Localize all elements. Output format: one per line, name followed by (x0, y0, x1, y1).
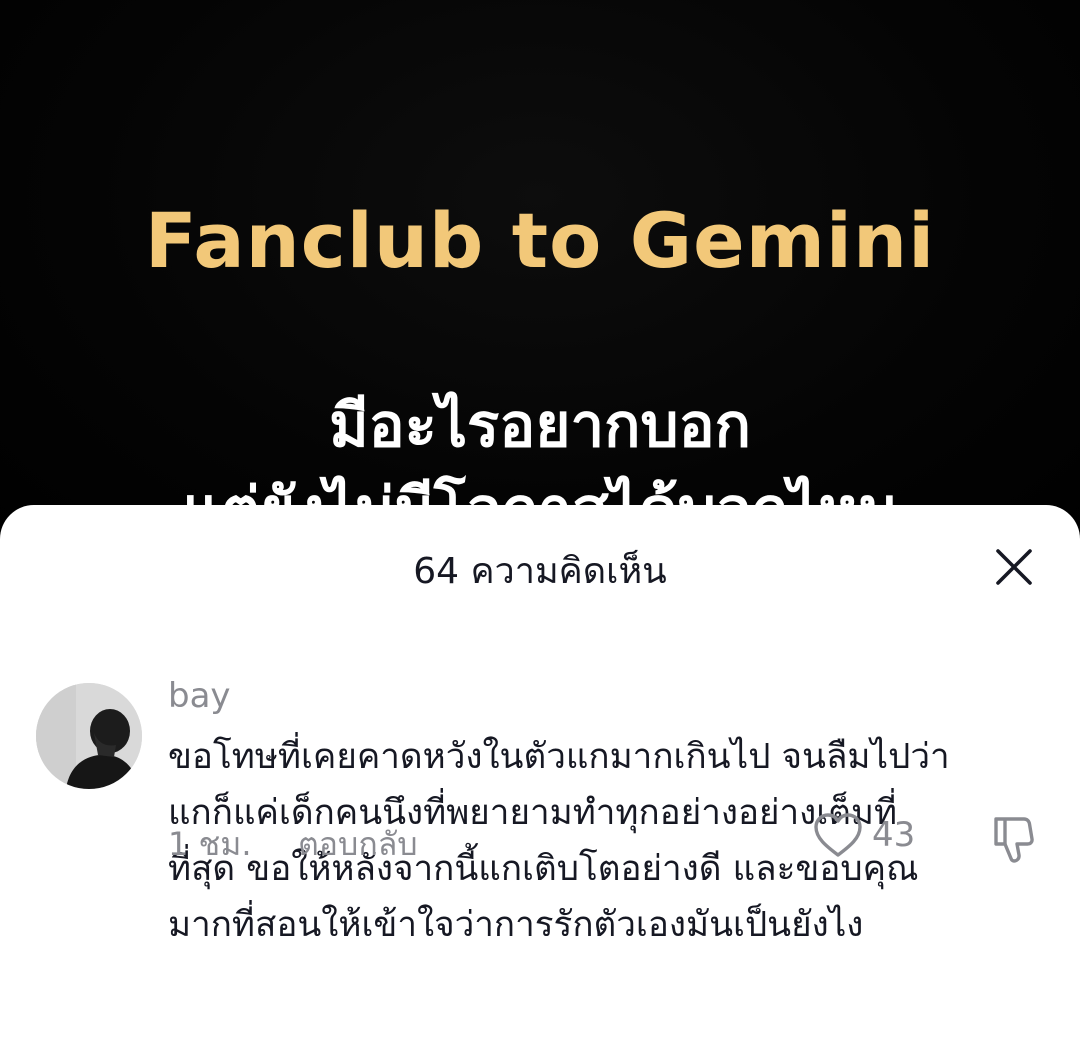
comment-timestamp: 1 ชม. (168, 825, 252, 863)
comment-meta-row: 1 ชม. ตอบกลับ 43 (0, 811, 1080, 867)
like-count: 43 (872, 815, 916, 855)
close-icon (996, 549, 1032, 585)
avatar-image (36, 683, 142, 789)
comment-text-line: ขอโทษที่เคยคาดหวังในตัวแกมากเกินไป จนลืม… (168, 737, 950, 777)
close-button[interactable] (988, 541, 1040, 593)
comments-sheet: 64 ความคิดเห็น bay ขอโทษที่เคยคาดหวังในต… (0, 505, 1080, 1037)
comment-username[interactable]: bay (168, 675, 231, 717)
avatar[interactable] (36, 683, 142, 789)
dislike-button[interactable] (986, 811, 1042, 867)
comments-count-header: 64 ความคิดเห็น (413, 551, 667, 592)
reply-button[interactable]: ตอบกลับ (298, 819, 418, 870)
heart-icon (814, 813, 862, 857)
video-caption-line-1: มีอะไรอยากบอก (329, 391, 751, 461)
video-player[interactable]: Fanclub to Gemini มีอะไรอยากบอก แต่ยังไม… (0, 0, 1080, 560)
comment-text-line: มากที่สอนให้เข้าใจว่าการรักตัวเองมันเป็น… (168, 905, 864, 945)
like-button[interactable]: 43 (812, 811, 915, 859)
thumbs-down-icon (994, 817, 1034, 863)
video-title-overlay: Fanclub to Gemini (144, 196, 936, 285)
